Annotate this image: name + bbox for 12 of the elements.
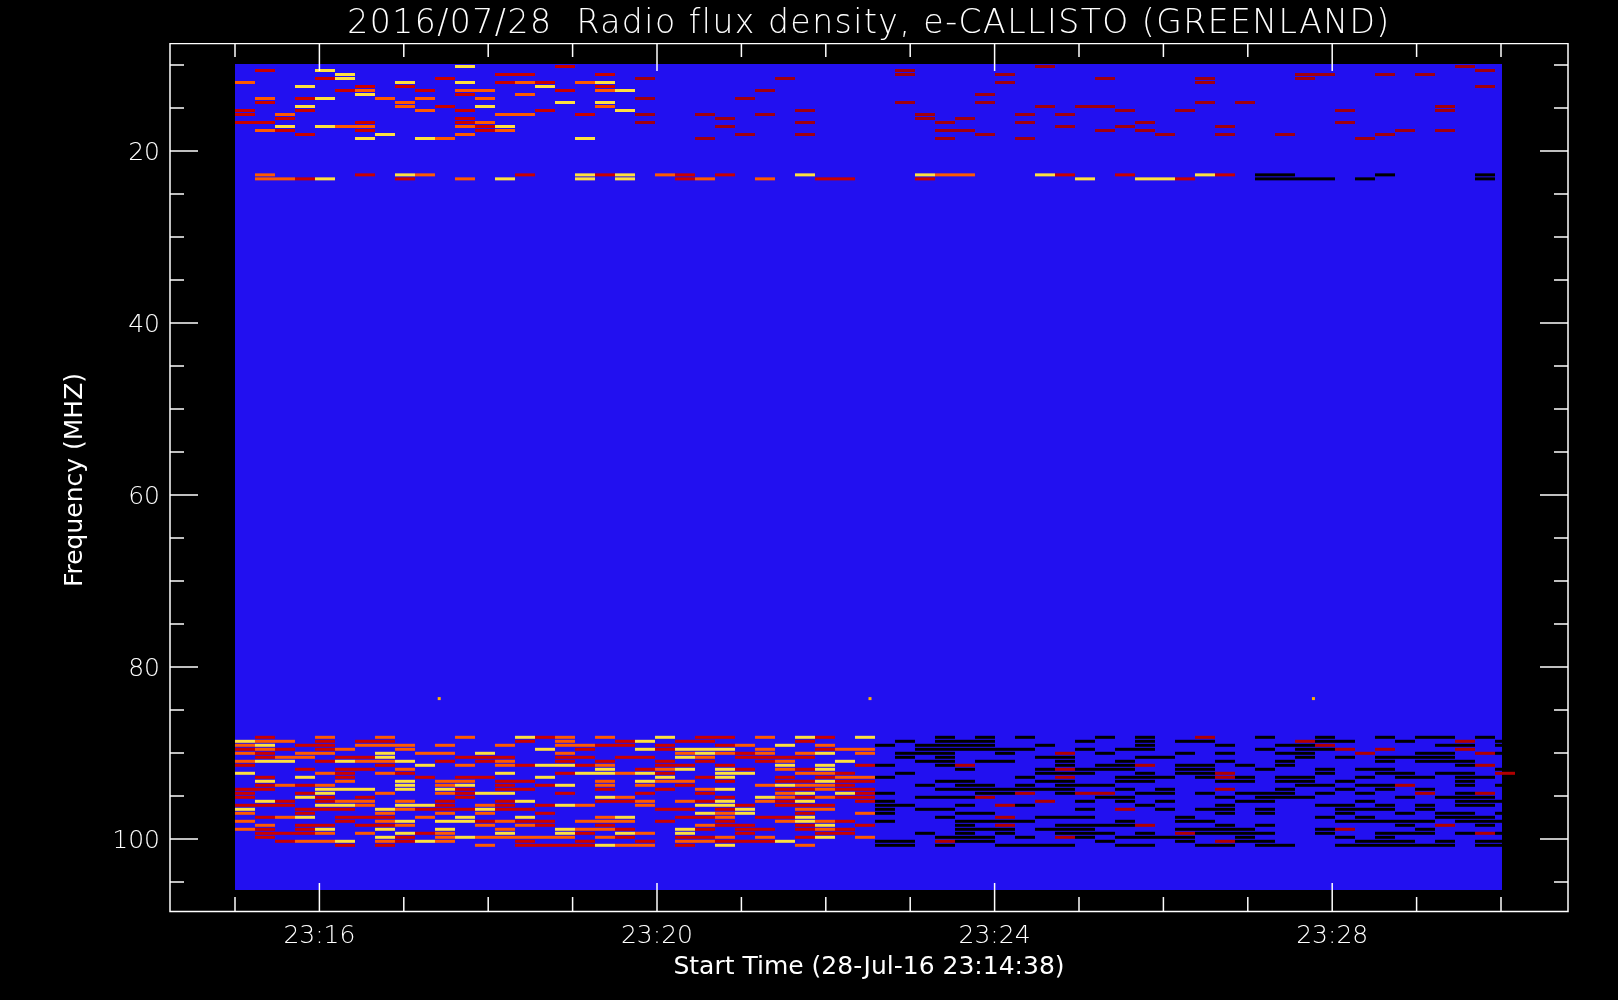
tick-label: 60	[128, 481, 160, 510]
tick-label: 20	[128, 137, 160, 166]
tick-label: 100	[112, 825, 160, 854]
tick-label: 23:24	[958, 920, 1031, 949]
tick-label: 23:28	[1296, 920, 1369, 949]
tick-label: 23:16	[283, 920, 356, 949]
axis-label: Start Time (28-Jul-16 23:14:38)	[673, 951, 1065, 980]
tick-label: 80	[128, 653, 160, 682]
tick-label: 23:20	[621, 920, 693, 949]
axis-label: Frequency (MHZ)	[59, 372, 88, 588]
tick-label: 40	[128, 309, 160, 338]
chart-title: 2016/07/28 Radio flux density, e-CALLISTO (GREENLAND)	[347, 2, 1391, 41]
